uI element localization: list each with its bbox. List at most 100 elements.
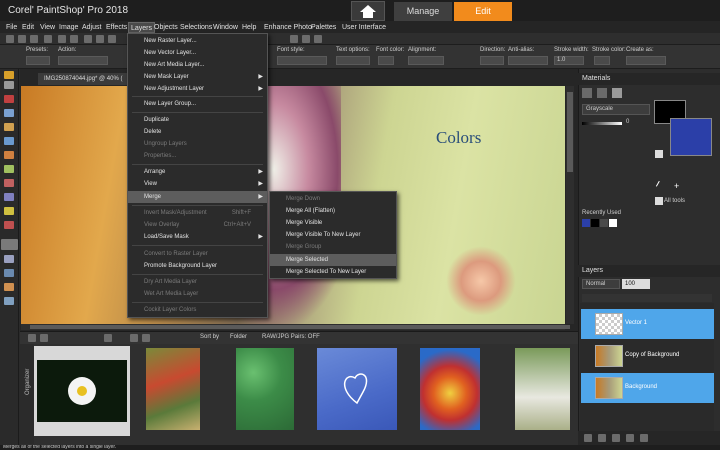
menu-edit[interactable]: Edit <box>20 22 36 33</box>
zoom-icon[interactable] <box>108 35 116 43</box>
grayscale-slider[interactable] <box>582 122 622 125</box>
stroke-width-input[interactable]: 1.0 <box>554 56 584 65</box>
menu-palettes[interactable]: Palettes <box>309 22 338 33</box>
stroke-color-swatch[interactable] <box>594 56 610 65</box>
create-as-dropdown[interactable] <box>626 56 666 65</box>
grid-icon[interactable] <box>290 35 298 43</box>
menu-view[interactable]: View <box>38 22 57 33</box>
pen-tool-icon[interactable] <box>4 283 14 291</box>
undo-icon[interactable] <box>58 35 66 43</box>
menu-item-merge-visible-to-new-layer[interactable]: Merge Visible To New Layer <box>270 229 396 241</box>
user-icon[interactable] <box>104 334 112 342</box>
menu-objects[interactable]: Objects <box>152 22 180 33</box>
thumbnail-cockatoo[interactable] <box>515 348 570 430</box>
menu-enhance-photo[interactable]: Enhance Photo <box>262 22 314 33</box>
menu-item-new-vector-layer[interactable]: New Vector Layer... <box>128 47 267 59</box>
rotate-right-icon[interactable] <box>142 334 150 342</box>
paint-brush-icon[interactable] <box>4 193 14 201</box>
thumbnail-daisy[interactable] <box>37 360 127 422</box>
menu-item-new-raster-layer[interactable]: New Raster Layer... <box>128 35 267 47</box>
print-icon[interactable] <box>44 35 52 43</box>
save-icon[interactable] <box>30 35 38 43</box>
blend-mode-dropdown[interactable]: Normal <box>582 279 620 289</box>
redo-icon[interactable] <box>70 35 78 43</box>
delete-layer-icon[interactable] <box>640 434 648 442</box>
menu-help[interactable]: Help <box>240 22 258 33</box>
new-file-icon[interactable] <box>6 35 14 43</box>
eraser-icon[interactable] <box>4 207 14 215</box>
add-swatch-icon[interactable]: + <box>674 181 679 191</box>
flood-fill-icon[interactable] <box>4 221 14 229</box>
layer-row[interactable]: Background <box>581 373 714 403</box>
text-options-buttons[interactable] <box>336 56 370 65</box>
menu-item-new-mask-layer[interactable]: New Mask Layer ▶ <box>128 71 267 83</box>
menu-item-load-save-mask[interactable]: Load/Save Mask ▶ <box>128 231 267 243</box>
preset-shape-icon[interactable] <box>4 255 14 263</box>
thumbnail-leaves[interactable] <box>236 348 294 430</box>
materials-mode-dropdown[interactable]: Grayscale <box>582 104 650 115</box>
menu-user-interface[interactable]: User Interface <box>340 22 388 33</box>
resize-icon[interactable] <box>96 35 104 43</box>
menu-window[interactable]: Window <box>211 22 240 33</box>
text-tool-icon[interactable] <box>1 239 18 250</box>
alignment-buttons[interactable] <box>408 56 444 65</box>
raw-jpg-pairs-toggle[interactable]: RAW/JPG Pairs: OFF <box>262 334 320 340</box>
menu-file[interactable]: File <box>4 22 19 33</box>
straighten-tool-icon[interactable] <box>4 95 14 103</box>
rainbow-tab-icon[interactable] <box>597 88 607 98</box>
menu-item-new-art-media-layer[interactable]: New Art Media Layer... <box>128 59 267 71</box>
home-button[interactable] <box>351 1 385 21</box>
tab-manage[interactable]: Manage <box>394 2 452 21</box>
pan-tool-icon[interactable] <box>4 71 14 79</box>
rotate-icon[interactable] <box>130 334 138 342</box>
horizontal-scroll-thumb[interactable] <box>30 325 570 329</box>
menu-item-new-layer-group[interactable]: New Layer Group... <box>128 98 267 110</box>
menu-item-merge-selected-to-new-layer[interactable]: Merge Selected To New Layer <box>270 266 396 278</box>
menu-item-merge-selected[interactable]: Merge Selected <box>270 254 396 266</box>
makeover-tool-icon[interactable] <box>4 151 14 159</box>
new-layer-icon[interactable] <box>584 434 592 442</box>
rectangle-tool-icon[interactable] <box>4 269 14 277</box>
layer-row[interactable]: Vector 1 <box>581 309 714 339</box>
vertical-scroll-thumb[interactable] <box>567 92 573 172</box>
recent-swatch-gray[interactable] <box>600 219 608 227</box>
direction-dropdown[interactable] <box>480 56 504 65</box>
scratch-remover-icon[interactable] <box>4 179 14 187</box>
menu-item-delete[interactable]: Delete <box>128 126 267 138</box>
open-icon[interactable] <box>18 35 26 43</box>
menu-selections[interactable]: Selections <box>178 22 214 33</box>
warp-brush-icon[interactable] <box>4 297 14 305</box>
menu-item-merge-all-flatten[interactable]: Merge All (Flatten) <box>270 205 396 217</box>
thumbnail-heart[interactable] <box>317 348 397 430</box>
tab-edit[interactable]: Edit <box>454 2 512 21</box>
menu-item-duplicate[interactable]: Duplicate <box>128 114 267 126</box>
frame-tab-icon[interactable] <box>582 88 592 98</box>
anti-alias-dropdown[interactable] <box>508 56 548 65</box>
menu-item-view[interactable]: View ▶ <box>128 178 267 190</box>
recent-swatch-white[interactable] <box>609 219 617 227</box>
menu-item-promote-background-layer[interactable]: Promote Background Layer <box>128 260 267 272</box>
font-color-swatch[interactable] <box>378 56 394 65</box>
all-tools-checkbox[interactable] <box>655 197 663 205</box>
group-icon[interactable] <box>626 434 634 442</box>
menu-adjust[interactable]: Adjust <box>80 22 103 33</box>
crop-tool-icon[interactable] <box>4 109 14 117</box>
search-icon[interactable] <box>40 334 48 342</box>
swatches-tab-icon[interactable] <box>612 88 622 98</box>
selection-tool-icon[interactable] <box>4 123 14 131</box>
brush-icon[interactable] <box>598 434 606 442</box>
recent-swatch-black[interactable] <box>591 219 599 227</box>
menu-layers[interactable]: Layers <box>128 22 156 33</box>
thumbnail-spiral[interactable] <box>420 348 480 430</box>
guides-icon[interactable] <box>314 35 322 43</box>
mask-icon[interactable] <box>612 434 620 442</box>
opacity-input[interactable]: 100 <box>622 279 650 289</box>
document-tab[interactable]: IMG250874044.jpg* @ 40% ( <box>38 73 128 85</box>
presets-dropdown[interactable] <box>26 56 50 65</box>
crop-icon[interactable] <box>84 35 92 43</box>
thumbnail-vegetables[interactable] <box>146 348 200 430</box>
action-buttons[interactable] <box>58 56 108 65</box>
ruler-icon[interactable] <box>302 35 310 43</box>
pick-tool-icon[interactable] <box>4 81 14 89</box>
menu-item-arrange[interactable]: Arrange ▶ <box>128 166 267 178</box>
